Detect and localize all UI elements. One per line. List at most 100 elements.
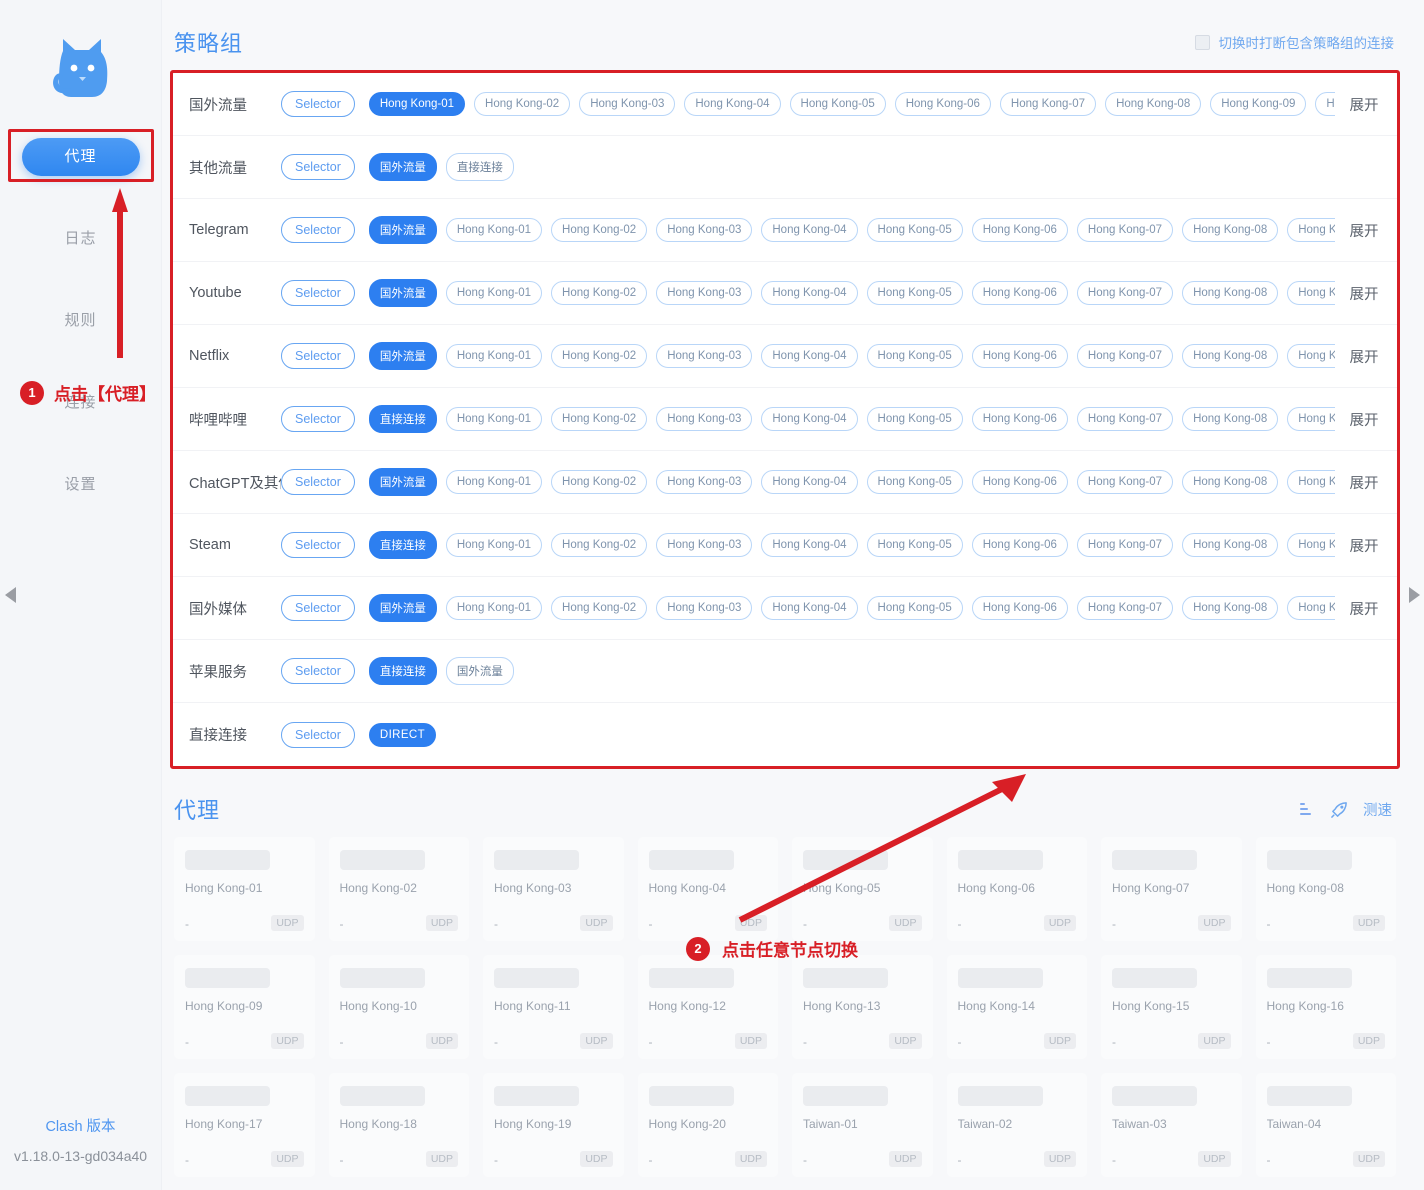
selector-type-badge[interactable]: Selector	[281, 658, 355, 684]
proxy-chip[interactable]: Hong Kong-04	[761, 344, 857, 368]
proxy-chip[interactable]: Hong Kong-04	[761, 218, 857, 242]
sidebar-item-connections[interactable]: 连接	[22, 384, 140, 422]
selector-type-badge[interactable]: Selector	[281, 343, 355, 369]
proxy-chip[interactable]: Hong Kong-04	[761, 281, 857, 305]
proxy-chip-selected[interactable]: 国外流量	[369, 153, 437, 181]
proxy-chip[interactable]: Hong Kong-05	[867, 344, 963, 368]
proxy-chip[interactable]: Hong Kong-01	[446, 218, 542, 242]
expand-button[interactable]: 展开	[1335, 283, 1393, 304]
selector-type-badge[interactable]: Selector	[281, 595, 355, 621]
proxy-chip[interactable]: 国外流量	[446, 657, 514, 685]
sidebar-item-settings[interactable]: 设置	[22, 466, 140, 504]
proxy-chip[interactable]: Hong Kong-08	[1182, 407, 1278, 431]
proxy-card[interactable]: Hong Kong-02-UDP	[329, 837, 470, 941]
proxy-chip[interactable]: Hong Kong-07	[1077, 533, 1173, 557]
collapse-right-handle[interactable]	[1406, 584, 1422, 606]
proxy-chip[interactable]: Hong Kong-09	[1287, 533, 1335, 557]
proxy-chip[interactable]: Hong Kong-09	[1287, 407, 1335, 431]
selector-type-badge[interactable]: Selector	[281, 469, 355, 495]
expand-button[interactable]: 展开	[1335, 220, 1393, 241]
proxy-chip[interactable]: 直接连接	[446, 153, 514, 181]
proxy-card[interactable]: Hong Kong-12-UDP	[638, 955, 779, 1059]
proxy-card[interactable]: Hong Kong-08-UDP	[1256, 837, 1397, 941]
speed-test-button[interactable]: 测速	[1363, 799, 1392, 820]
expand-button[interactable]: 展开	[1335, 598, 1393, 619]
proxy-chip[interactable]: Hong Kong-10	[1315, 92, 1335, 116]
proxy-chip[interactable]: Hong Kong-06	[972, 596, 1068, 620]
break-connections-checkbox[interactable]	[1195, 35, 1210, 50]
expand-button[interactable]: 展开	[1335, 94, 1393, 115]
proxy-chip[interactable]: Hong Kong-04	[684, 92, 780, 116]
proxy-chip[interactable]: Hong Kong-02	[551, 407, 647, 431]
expand-button[interactable]: 展开	[1335, 346, 1393, 367]
sidebar-item-logs[interactable]: 日志	[22, 220, 140, 258]
proxy-chip[interactable]: Hong Kong-08	[1105, 92, 1201, 116]
proxy-chip[interactable]: Hong Kong-07	[1077, 407, 1173, 431]
proxy-card[interactable]: Hong Kong-19-UDP	[483, 1073, 624, 1177]
proxy-chip[interactable]: Hong Kong-07	[1077, 218, 1173, 242]
proxy-chip[interactable]: Hong Kong-02	[474, 92, 570, 116]
proxy-chip[interactable]: Hong Kong-01	[446, 533, 542, 557]
proxy-chip-selected[interactable]: 直接连接	[369, 657, 437, 685]
proxy-card[interactable]: Hong Kong-16-UDP	[1256, 955, 1397, 1059]
proxy-chip[interactable]: Hong Kong-05	[867, 407, 963, 431]
proxy-card[interactable]: Hong Kong-03-UDP	[483, 837, 624, 941]
proxy-chip[interactable]: Hong Kong-03	[656, 596, 752, 620]
proxy-chip[interactable]: Hong Kong-08	[1182, 281, 1278, 305]
proxy-chip[interactable]: Hong Kong-02	[551, 596, 647, 620]
proxy-chip-selected[interactable]: 直接连接	[369, 405, 437, 433]
proxy-card[interactable]: Hong Kong-06-UDP	[947, 837, 1088, 941]
proxy-chip[interactable]: Hong Kong-06	[972, 470, 1068, 494]
proxy-chip[interactable]: Hong Kong-04	[761, 596, 857, 620]
proxy-card[interactable]: Hong Kong-04-UDP	[638, 837, 779, 941]
proxy-chip[interactable]: Hong Kong-06	[972, 407, 1068, 431]
proxy-chip[interactable]: Hong Kong-06	[972, 281, 1068, 305]
proxy-chip[interactable]: Hong Kong-03	[579, 92, 675, 116]
proxy-chip[interactable]: Hong Kong-02	[551, 533, 647, 557]
sidebar-item-proxy[interactable]: 代理	[22, 138, 140, 176]
proxy-chip[interactable]: Hong Kong-08	[1182, 596, 1278, 620]
proxy-chip-selected[interactable]: 国外流量	[369, 342, 437, 370]
proxy-card[interactable]: Hong Kong-20-UDP	[638, 1073, 779, 1177]
proxy-chip[interactable]: Hong Kong-07	[1077, 470, 1173, 494]
selector-type-badge[interactable]: Selector	[281, 406, 355, 432]
proxy-chip[interactable]: Hong Kong-02	[551, 344, 647, 368]
proxy-card[interactable]: Taiwan-04-UDP	[1256, 1073, 1397, 1177]
proxy-chip[interactable]: Hong Kong-03	[656, 281, 752, 305]
proxy-chip[interactable]: Hong Kong-03	[656, 470, 752, 494]
proxy-chip[interactable]: Hong Kong-07	[1077, 281, 1173, 305]
proxy-chip[interactable]: Hong Kong-09	[1287, 344, 1335, 368]
proxy-chip-selected[interactable]: Hong Kong-01	[369, 92, 465, 116]
proxy-card[interactable]: Taiwan-02-UDP	[947, 1073, 1088, 1177]
proxy-chip[interactable]: Hong Kong-05	[867, 470, 963, 494]
proxy-card[interactable]: Taiwan-03-UDP	[1101, 1073, 1242, 1177]
proxy-chip-selected[interactable]: 直接连接	[369, 531, 437, 559]
selector-type-badge[interactable]: Selector	[281, 532, 355, 558]
proxy-chip[interactable]: Hong Kong-09	[1287, 470, 1335, 494]
rocket-icon[interactable]	[1330, 800, 1349, 819]
sort-list-icon[interactable]	[1299, 801, 1316, 818]
proxy-chip[interactable]: Hong Kong-07	[1077, 344, 1173, 368]
proxy-card[interactable]: Hong Kong-18-UDP	[329, 1073, 470, 1177]
proxy-card[interactable]: Hong Kong-14-UDP	[947, 955, 1088, 1059]
proxy-chip-selected[interactable]: DIRECT	[369, 723, 436, 747]
selector-type-badge[interactable]: Selector	[281, 217, 355, 243]
proxy-chip[interactable]: Hong Kong-08	[1182, 218, 1278, 242]
proxy-chip[interactable]: Hong Kong-09	[1287, 596, 1335, 620]
proxy-chip[interactable]: Hong Kong-06	[972, 344, 1068, 368]
proxy-chip[interactable]: Hong Kong-03	[656, 407, 752, 431]
proxy-card[interactable]: Hong Kong-15-UDP	[1101, 955, 1242, 1059]
selector-type-badge[interactable]: Selector	[281, 280, 355, 306]
selector-type-badge[interactable]: Selector	[281, 154, 355, 180]
selector-type-badge[interactable]: Selector	[281, 91, 355, 117]
proxy-chip[interactable]: Hong Kong-09	[1287, 281, 1335, 305]
proxy-chip[interactable]: Hong Kong-01	[446, 281, 542, 305]
proxy-chip[interactable]: Hong Kong-08	[1182, 344, 1278, 368]
proxy-card[interactable]: Hong Kong-07-UDP	[1101, 837, 1242, 941]
proxy-chip[interactable]: Hong Kong-05	[867, 596, 963, 620]
proxy-chip[interactable]: Hong Kong-06	[972, 218, 1068, 242]
proxy-chip[interactable]: Hong Kong-06	[895, 92, 991, 116]
proxy-chip[interactable]: Hong Kong-06	[972, 533, 1068, 557]
proxy-chip[interactable]: Hong Kong-05	[867, 533, 963, 557]
proxy-card[interactable]: Hong Kong-05-UDP	[792, 837, 933, 941]
